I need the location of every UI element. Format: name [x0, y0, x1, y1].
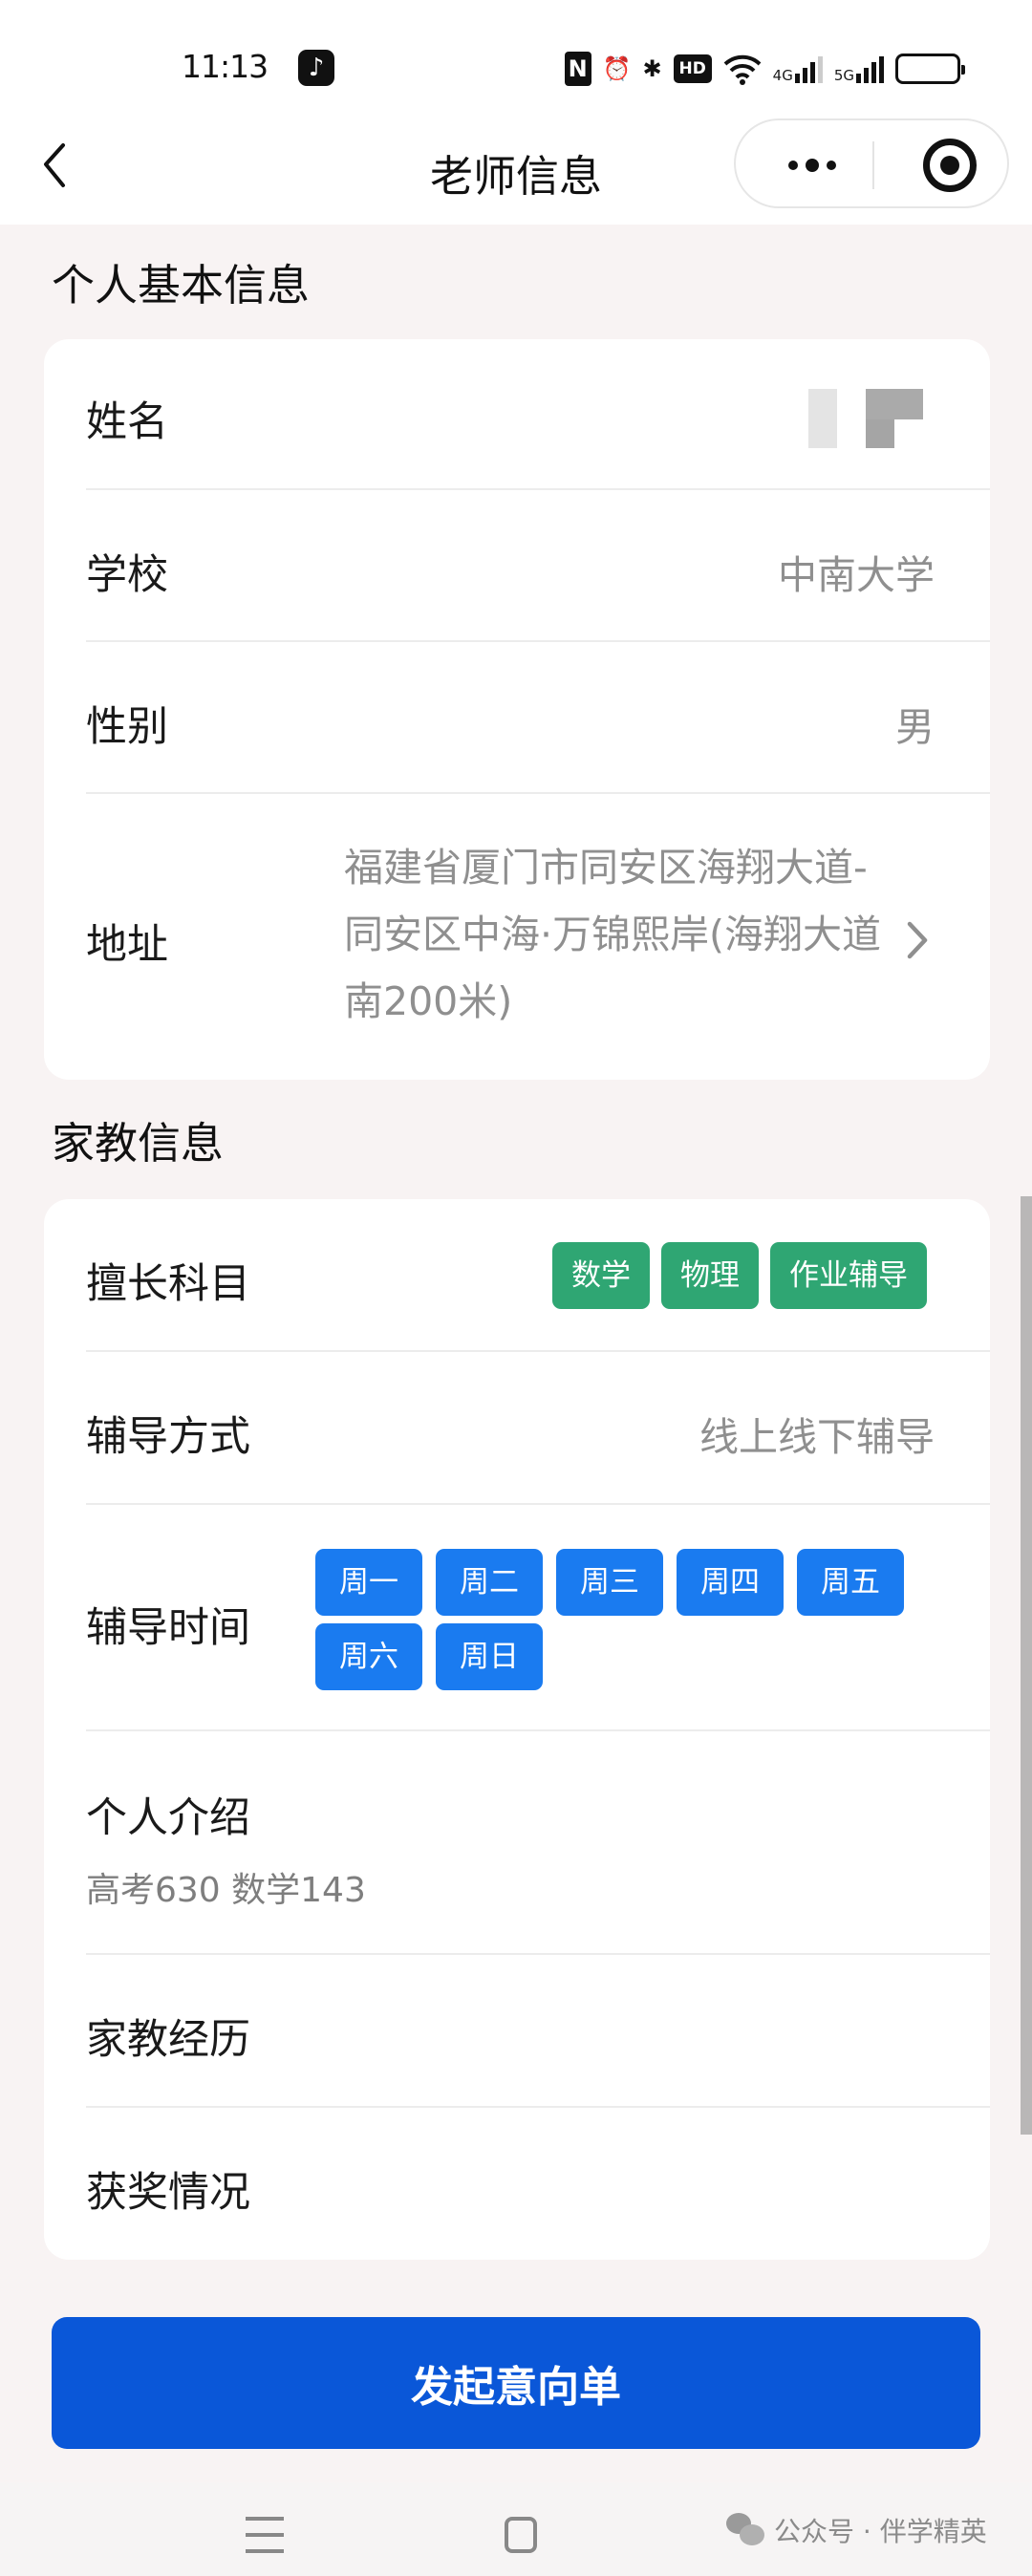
wechat-icon [726, 2511, 768, 2549]
info-row-awards: 获奖情况 [86, 2108, 990, 2260]
dot-icon [806, 159, 819, 172]
info-row-experience: 家教经历 [86, 1955, 990, 2108]
day-tag: 周四 [677, 1549, 784, 1616]
home-button[interactable] [505, 2517, 537, 2553]
row-label: 获奖情况 [86, 2169, 250, 2217]
info-row-method: 辅导方式 线上线下辅导 [86, 1352, 990, 1505]
more-button[interactable] [774, 141, 850, 189]
row-label: 个人介绍 [86, 1794, 250, 1842]
menu-line [246, 2549, 284, 2553]
alarm-icon: ⏰ [602, 55, 632, 82]
row-label: 学校 [86, 551, 168, 599]
subject-tags: 数学 物理 作业辅导 [552, 1242, 927, 1309]
close-miniprogram-button[interactable] [923, 139, 977, 192]
day-tag: 周日 [436, 1623, 543, 1690]
row-value: 男 [895, 704, 935, 750]
subject-tag: 数学 [552, 1242, 650, 1309]
day-tag: 周二 [436, 1549, 543, 1616]
basic-info-card: 姓名 学校 中南大学 性别 男 地址 福建省厦门市同安区海翔大道-同安区中海·万… [44, 339, 990, 1080]
name-value-redacted [808, 389, 923, 448]
section-title-tutor-info: 家教信息 [52, 1118, 225, 1169]
menu-line [246, 2533, 284, 2537]
signal-5g-icon: 5G [834, 54, 884, 83]
intro-text: 高考630 数学143 [86, 1871, 366, 1910]
bluetooth-icon: ✱ [642, 55, 662, 82]
watermark: 公众号 · 伴学精英 [726, 2511, 987, 2549]
recent-apps-button[interactable] [246, 2517, 284, 2553]
nfc-icon: N [564, 52, 591, 86]
day-tag: 周六 [315, 1623, 422, 1690]
info-row-time: 辅导时间 周一 周二 周三 周四 周五 周六 周日 [86, 1505, 990, 1731]
day-tag: 周三 [556, 1549, 663, 1616]
row-label: 擅长科目 [86, 1260, 250, 1308]
row-label: 姓名 [86, 398, 168, 446]
tutor-info-card: 擅长科目 数学 物理 作业辅导 辅导方式 线上线下辅导 辅导时间 周一 周二 周… [44, 1199, 990, 2260]
info-row-gender: 性别 男 [86, 642, 990, 794]
chevron-right-icon [907, 921, 928, 959]
dot-icon [788, 161, 798, 170]
mini-program-capsule [734, 118, 1009, 208]
system-nav-bar: 公众号 · 伴学精英 [0, 2482, 1032, 2576]
row-value: 线上线下辅导 [699, 1414, 935, 1460]
day-tags: 周一 周二 周三 周四 周五 周六 周日 [315, 1549, 908, 1690]
wifi-icon [723, 53, 762, 85]
info-row-school: 学校 中南大学 [86, 490, 990, 642]
network-4g-label: 4G [772, 67, 793, 84]
submit-intent-button[interactable]: 发起意向单 [52, 2317, 980, 2449]
address-value: 福建省厦门市同安区海翔大道-同安区中海·万锦熙岸(海翔大道南200米) [344, 845, 882, 1024]
signal-4g-icon: 4G [773, 54, 823, 83]
day-tag: 周一 [315, 1549, 422, 1616]
watermark-text: 公众号 · 伴学精英 [774, 2516, 987, 2547]
dot-icon [827, 161, 836, 170]
row-label: 辅导时间 [86, 1604, 250, 1652]
row-label: 地址 [86, 921, 168, 969]
row-label: 性别 [86, 703, 168, 751]
nav-bar: 老师信息 [0, 115, 1032, 225]
status-indicators: N ⏰ ✱ HD 4G 5G [564, 50, 965, 88]
info-row-intro: 个人介绍 高考630 数学143 [86, 1731, 990, 1955]
section-title-basic-info: 个人基本信息 [52, 260, 311, 311]
info-row-name: 姓名 [86, 339, 990, 490]
row-value: 中南大学 [778, 552, 935, 598]
subject-tag: 物理 [661, 1242, 759, 1309]
menu-line [246, 2517, 284, 2521]
row-label: 辅导方式 [86, 1413, 250, 1461]
network-5g-label: 5G [833, 67, 854, 84]
capsule-divider [872, 141, 874, 189]
status-time: 11:13 [182, 48, 269, 85]
info-row-subjects: 擅长科目 数学 物理 作业辅导 [86, 1199, 990, 1352]
tiktok-icon: ♪ [298, 50, 334, 86]
battery-icon [895, 54, 965, 84]
status-bar: 11:13 ♪ N ⏰ ✱ HD 4G 5G [0, 0, 1032, 124]
hd-voice-icon: HD [673, 54, 712, 83]
info-row-address[interactable]: 地址 福建省厦门市同安区海翔大道-同安区中海·万锦熙岸(海翔大道南200米) [86, 794, 990, 1080]
subject-tag: 作业辅导 [770, 1242, 927, 1309]
scrollbar[interactable] [1021, 1196, 1032, 2135]
day-tag: 周五 [797, 1549, 904, 1616]
row-label: 家教经历 [86, 2016, 250, 2064]
